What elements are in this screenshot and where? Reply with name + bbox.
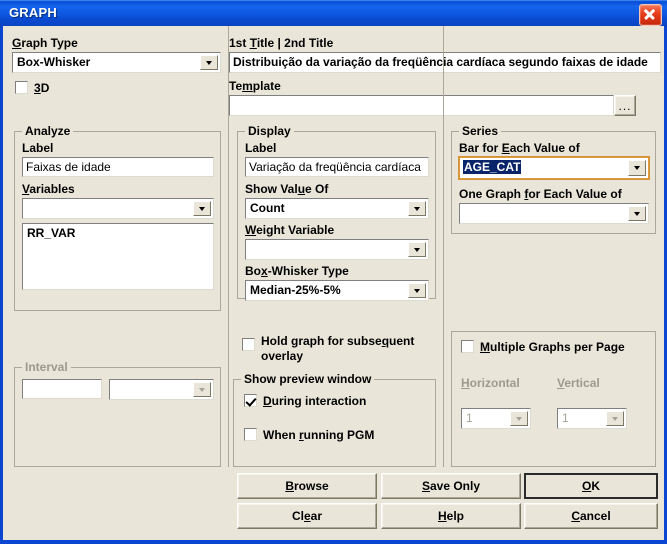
horizontal-combo[interactable]: 1 xyxy=(461,408,531,429)
cancel-button-label: Cancel xyxy=(571,509,611,523)
clear-button[interactable]: Clear xyxy=(237,503,377,529)
display-label-caption: Label xyxy=(245,141,277,155)
browse-button[interactable]: Browse xyxy=(237,473,377,499)
hold-graph-label: Hold graph for subsequent overlay xyxy=(261,334,441,364)
chevron-down-icon[interactable] xyxy=(628,206,646,221)
analyze-variables-listbox[interactable]: RR_VAR xyxy=(22,223,214,290)
show-value-of-value: Count xyxy=(250,201,285,215)
chevron-down-icon[interactable] xyxy=(628,160,646,176)
bar-for-each-value: AGE_CAT xyxy=(463,160,522,174)
vertical-combo[interactable]: 1 xyxy=(557,408,627,429)
close-icon[interactable] xyxy=(639,4,662,26)
template-input[interactable] xyxy=(229,95,614,116)
display-group-title: Display xyxy=(245,124,294,138)
when-running-pgm-checkbox[interactable] xyxy=(244,428,257,441)
title-bar: GRAPH xyxy=(0,0,667,27)
vertical-value: 1 xyxy=(562,411,569,425)
box-whisker-type-value: Median-25%-5% xyxy=(250,283,341,297)
series-group-title: Series xyxy=(459,124,502,138)
help-button[interactable]: Help xyxy=(381,503,521,529)
ok-button-label: OK xyxy=(581,479,600,493)
vertical-label: Vertical xyxy=(557,376,600,390)
box-whisker-type-caption: Box-Whisker Type xyxy=(245,264,349,278)
chevron-down-icon[interactable] xyxy=(510,411,528,426)
one-graph-combo[interactable] xyxy=(459,203,649,224)
when-running-pgm-label: When running PGM xyxy=(263,428,375,442)
interval-value-input[interactable] xyxy=(22,379,102,399)
clear-button-label: Clear xyxy=(291,509,323,523)
interval-group-title: Interval xyxy=(22,360,71,374)
show-value-of-caption: Show Value Of xyxy=(245,182,329,196)
chevron-down-icon[interactable] xyxy=(408,201,426,216)
show-value-of-combo[interactable]: Count xyxy=(245,198,429,219)
analyze-variables-combo[interactable] xyxy=(22,198,214,219)
multiple-graphs-group: Multiple Graphs per Page Horizontal Vert… xyxy=(451,331,656,467)
analyze-label-input[interactable]: Faixas de idade xyxy=(22,157,214,177)
graph-type-combo[interactable]: Box-Whisker xyxy=(12,52,221,73)
multiple-graphs-label: Multiple Graphs per Page xyxy=(480,340,625,354)
display-label-input[interactable]: Variação da freqüência cardíaca xyxy=(245,157,429,177)
graph-type-label: Graph Type xyxy=(12,36,78,50)
during-interaction-label: During interaction xyxy=(263,394,367,408)
chevron-down-icon[interactable] xyxy=(193,382,211,397)
during-interaction-checkbox[interactable] xyxy=(244,394,257,407)
interval-unit-combo[interactable] xyxy=(109,379,214,400)
cancel-button[interactable]: Cancel xyxy=(524,503,658,529)
left-column-divider xyxy=(228,26,229,467)
multiple-graphs-checkbox[interactable] xyxy=(461,340,474,353)
chevron-down-icon[interactable] xyxy=(408,283,426,298)
display-group: Display Label Variação da freqüência car… xyxy=(237,124,436,301)
graph-dialog-window: GRAPH Graph Type Box-Whisker 3D 1st Titl… xyxy=(0,0,667,544)
chevron-down-icon[interactable] xyxy=(200,55,218,70)
chevron-down-icon[interactable] xyxy=(193,201,211,216)
series-group: Series Bar for Each Value of AGE_CAT One… xyxy=(451,124,656,234)
chevron-down-icon[interactable] xyxy=(408,242,426,257)
bar-for-each-caption: Bar for Each Value of xyxy=(459,141,580,155)
horizontal-value: 1 xyxy=(466,411,473,425)
chevron-down-icon[interactable] xyxy=(606,411,624,426)
hold-graph-label-line1: Hold graph for subsequent xyxy=(261,334,415,348)
list-item[interactable]: RR_VAR xyxy=(27,226,209,240)
middle-column-divider xyxy=(443,26,444,467)
template-label: Template xyxy=(229,79,281,93)
help-button-label: Help xyxy=(437,509,464,523)
save-only-button[interactable]: Save Only xyxy=(381,473,521,499)
title-input[interactable]: Distribuição da variação da freqüência c… xyxy=(229,52,661,73)
template-browse-button[interactable]: ... xyxy=(614,95,636,116)
ok-button[interactable]: OK xyxy=(524,473,658,499)
threed-checkbox[interactable] xyxy=(15,81,28,94)
browse-button-label: Browse xyxy=(285,479,329,493)
threed-label: 3D xyxy=(34,81,50,95)
save-only-button-label: Save Only xyxy=(421,479,481,493)
analyze-group-title: Analyze xyxy=(22,124,74,138)
hold-graph-label-line2: overlay xyxy=(261,349,304,363)
analyze-label-caption: Label xyxy=(22,141,54,155)
weight-variable-combo[interactable] xyxy=(245,239,429,260)
weight-variable-caption: Weight Variable xyxy=(245,223,335,237)
preview-group: Show preview window During interaction W… xyxy=(233,372,436,467)
titles-label: 1st Title | 2nd Title xyxy=(229,36,334,50)
interval-group: Interval xyxy=(14,360,221,467)
analyze-group: Analyze Label Faixas de idade Variables … xyxy=(14,124,221,311)
preview-group-title: Show preview window xyxy=(241,372,375,386)
one-graph-caption: One Graph for Each Value of xyxy=(459,187,622,201)
window-title: GRAPH xyxy=(9,5,57,20)
hold-graph-checkbox[interactable] xyxy=(242,338,255,351)
box-whisker-type-combo[interactable]: Median-25%-5% xyxy=(245,280,429,301)
dialog-client-area: Graph Type Box-Whisker 3D 1st Title | 2n… xyxy=(3,26,664,540)
analyze-variables-caption: Variables xyxy=(22,182,75,196)
graph-type-value: Box-Whisker xyxy=(17,55,91,69)
bar-for-each-combo[interactable]: AGE_CAT xyxy=(458,156,650,180)
horizontal-label: Horizontal xyxy=(461,376,520,390)
